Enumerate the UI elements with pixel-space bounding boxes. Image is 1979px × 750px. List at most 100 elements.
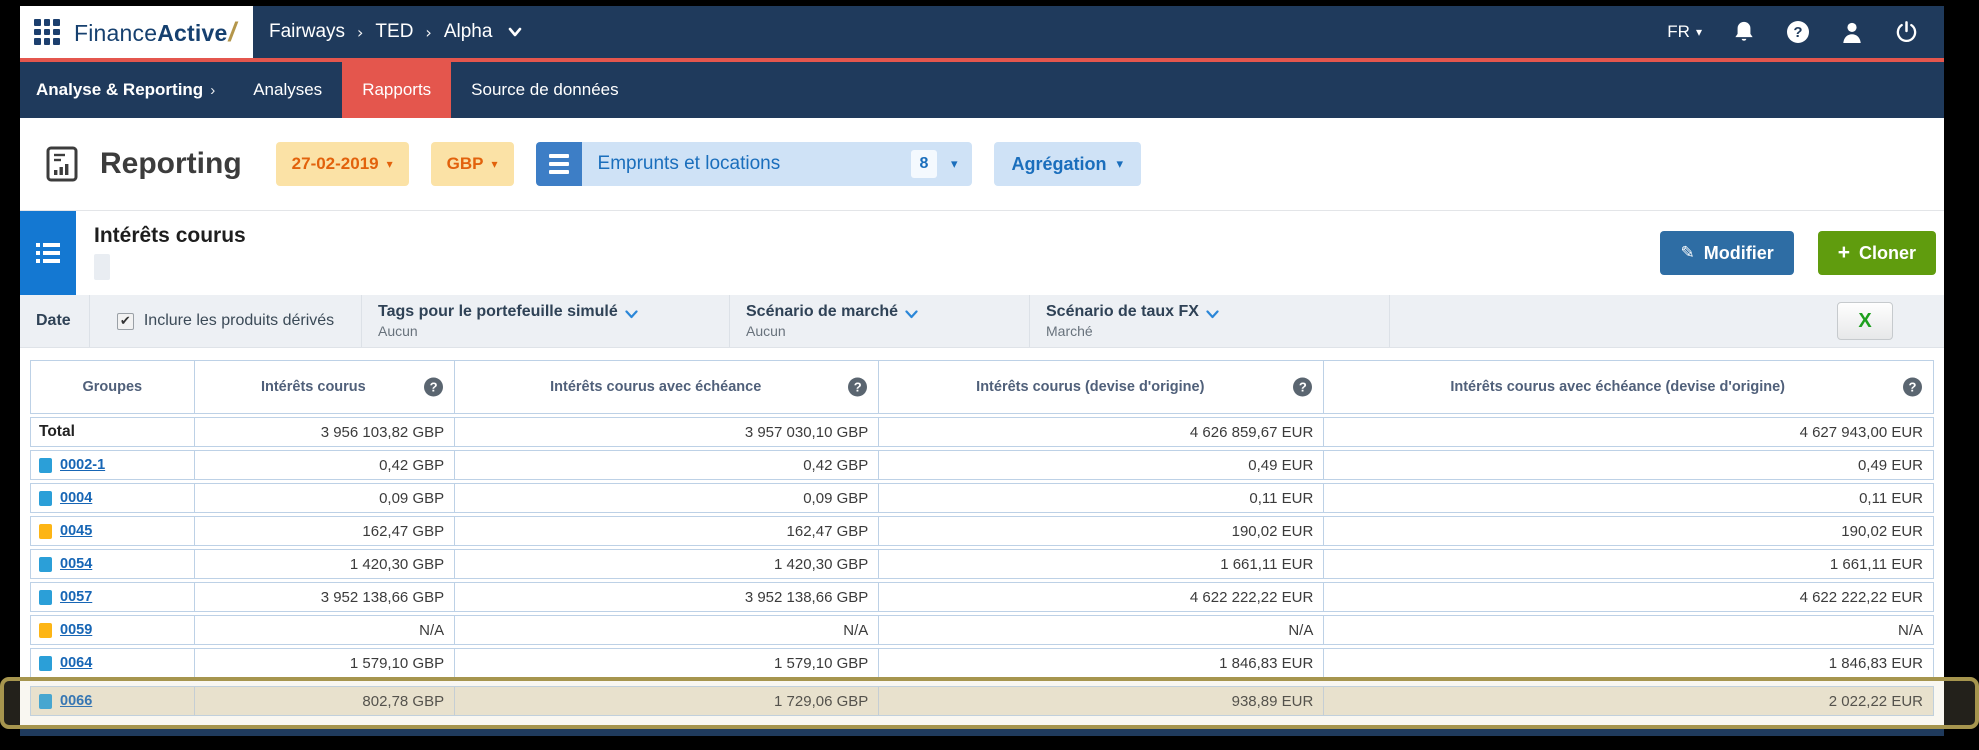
clone-button[interactable]: + Cloner	[1817, 231, 1936, 275]
group-color-marker	[39, 556, 52, 572]
group-color-marker	[39, 589, 52, 605]
value-cell: 0,49 EUR	[879, 451, 1325, 479]
market-scenario-dropdown[interactable]: Scénario de marché Aucun	[730, 295, 1030, 347]
table-row: 0002-1 0,42 GBP 0,42 GBP 0,49 EUR 0,49 EUR	[30, 450, 1934, 480]
column-header: Intérêts courus avec échéance (devise d'…	[1324, 361, 1933, 413]
report-list-icon[interactable]	[20, 211, 76, 295]
portfolio-bar[interactable]: Emprunts et locations 8 ▾	[581, 142, 972, 186]
logo-box: FinanceActive/	[20, 6, 253, 58]
value-cell: 190,02 EUR	[1841, 522, 1923, 540]
logo-slash: /	[228, 16, 237, 47]
excel-export-button[interactable]: X	[1837, 302, 1893, 340]
report-document-icon	[46, 146, 78, 182]
logout-power-icon[interactable]	[1894, 20, 1918, 44]
group-link[interactable]: 0064	[60, 655, 92, 671]
user-profile-icon[interactable]	[1840, 20, 1864, 44]
nav-tab-rapports[interactable]: Rapports	[342, 62, 452, 118]
help-icon[interactable]: ?	[1786, 20, 1810, 44]
group-link[interactable]: 0054	[60, 556, 92, 572]
finance-active-logo: FinanceActive/	[74, 16, 237, 47]
group-link[interactable]: 0002-1	[60, 457, 105, 473]
app-launcher-icon[interactable]	[34, 19, 60, 45]
table-row: 0054 1 420,30 GBP 1 420,30 GBP 1 661,11 EUR…	[30, 549, 1934, 579]
chevron-down-icon	[625, 310, 638, 319]
fx-scenario-dropdown[interactable]: Scénario de taux FX Marché	[1030, 295, 1390, 347]
column-help-icon[interactable]: ?	[848, 377, 868, 397]
value-cell: 162,47 GBP	[195, 517, 456, 545]
nav-tab-analyses[interactable]: Analyses	[233, 62, 342, 118]
value-cell: 3 956 103,82 GBP	[195, 418, 456, 446]
group-cell: 0057	[31, 583, 195, 611]
portfolio-menu-icon[interactable]	[535, 142, 582, 186]
value-cell: 162,47 GBP	[455, 517, 880, 545]
value-cell: 1 661,11 EUR	[879, 550, 1325, 578]
group-cell: 0002-1	[31, 451, 195, 479]
value-cell: 938,89 EUR	[879, 687, 1325, 715]
value-cell: 1 420,30 GBP	[195, 550, 456, 578]
group-link[interactable]: 0066	[60, 693, 92, 709]
value-cell: 190,02 EUR	[879, 517, 1325, 545]
caret-down-icon: ▾	[1116, 156, 1124, 172]
breadcrumb-alpha[interactable]: Alpha	[444, 21, 493, 43]
value-cell: 0,42 GBP	[195, 451, 456, 479]
group-color-marker	[39, 655, 52, 671]
portfolio-selector[interactable]: Emprunts et locations 8 ▾	[535, 142, 972, 186]
nav-analyse-reporting[interactable]: Analyse & Reporting ›	[20, 62, 233, 118]
fx-scenario-value: Marché	[1046, 323, 1093, 339]
value-cell: 4 627 943,00 EUR	[1799, 423, 1923, 441]
notifications-bell-icon[interactable]	[1732, 20, 1756, 44]
language-selector[interactable]: FR ▾	[1667, 22, 1702, 42]
group-cell: 0004	[31, 484, 195, 512]
value-cell: 1 661,11 EUR	[1829, 555, 1923, 573]
nav-tab-source-de-donnees[interactable]: Source de données	[451, 62, 638, 118]
table-row: 0066 802,78 GBP 1 729,06 GBP 938,89 EUR 2 02…	[30, 686, 1934, 716]
tags-filter-dropdown[interactable]: Tags pour le portefeuille simulé Aucun	[362, 295, 730, 347]
report-subtitle-placeholder	[94, 254, 110, 280]
table-row: 0004 0,09 GBP 0,09 GBP 0,11 EUR 0,11 EUR	[30, 483, 1934, 513]
group-cell: 0059	[31, 616, 195, 644]
modify-button[interactable]: ✎ Modifier	[1660, 231, 1794, 275]
value-cell: N/A	[1897, 621, 1923, 639]
value-cell: 1 420,30 GBP	[455, 550, 880, 578]
report-title-area: Intérêts courus	[76, 211, 1660, 295]
include-derivatives-toggle[interactable]: ✔ Inclure les produits dérivés	[90, 295, 362, 347]
date-dropdown[interactable]: 27-02-2019 ▾	[275, 142, 409, 186]
breadcrumb-ted[interactable]: TED	[375, 21, 413, 43]
portfolio-count-badge: 8	[911, 150, 937, 178]
portfolio-name: Emprunts et locations	[597, 153, 781, 174]
aggregation-dropdown[interactable]: Agrégation ▾	[993, 142, 1142, 186]
group-color-marker	[39, 622, 52, 638]
column-help-icon[interactable]: ?	[424, 377, 444, 397]
column-help-icon[interactable]: ?	[1903, 377, 1922, 397]
chevron-down-icon	[905, 310, 918, 319]
total-label: Total	[39, 423, 75, 440]
group-link[interactable]: 0059	[60, 622, 92, 638]
column-header: Groupes	[31, 361, 195, 413]
page-title: Reporting	[100, 147, 242, 180]
group-link[interactable]: 0004	[60, 490, 92, 506]
caret-down-icon: ▾	[1695, 25, 1702, 39]
group-link[interactable]: 0057	[60, 589, 92, 605]
checkbox-checked-icon[interactable]: ✔	[116, 312, 134, 330]
value-cell: 1 579,10 GBP	[455, 649, 880, 677]
pencil-icon: ✎	[1680, 243, 1695, 263]
value-cell: 1 579,10 GBP	[195, 649, 456, 677]
currency-dropdown[interactable]: GBP ▾	[430, 142, 514, 186]
group-cell: 0045	[31, 517, 195, 545]
breadcrumb-fairways[interactable]: Fairways	[269, 21, 345, 43]
group-link[interactable]: 0045	[60, 523, 92, 539]
chevron-down-icon[interactable]	[508, 27, 522, 37]
column-header: Intérêts courus?	[195, 361, 456, 413]
caret-down-icon: ▾	[491, 157, 498, 171]
table-body: Total 3 956 103,82 GBP 3 957 030,10 GBP 4 6…	[30, 417, 1934, 716]
header-actions: FR ▾ ?	[1667, 6, 1944, 58]
value-cell: 0,11 EUR	[1859, 489, 1923, 507]
value-cell: 4 622 222,22 EUR	[1799, 588, 1923, 606]
app-header: FinanceActive/ Fairways › TED › Alpha FR…	[20, 6, 1944, 58]
value-cell: 1 729,06 GBP	[455, 687, 880, 715]
reporting-toolbar: Reporting 27-02-2019 ▾ GBP ▾ Emprunts et l…	[20, 118, 1944, 210]
value-cell: 0,11 EUR	[879, 484, 1325, 512]
table-row: 0057 3 952 138,66 GBP 3 952 138,66 GBP 4 62…	[30, 582, 1934, 612]
column-help-icon[interactable]: ?	[1293, 377, 1313, 397]
date-column-label: Date	[20, 295, 90, 347]
